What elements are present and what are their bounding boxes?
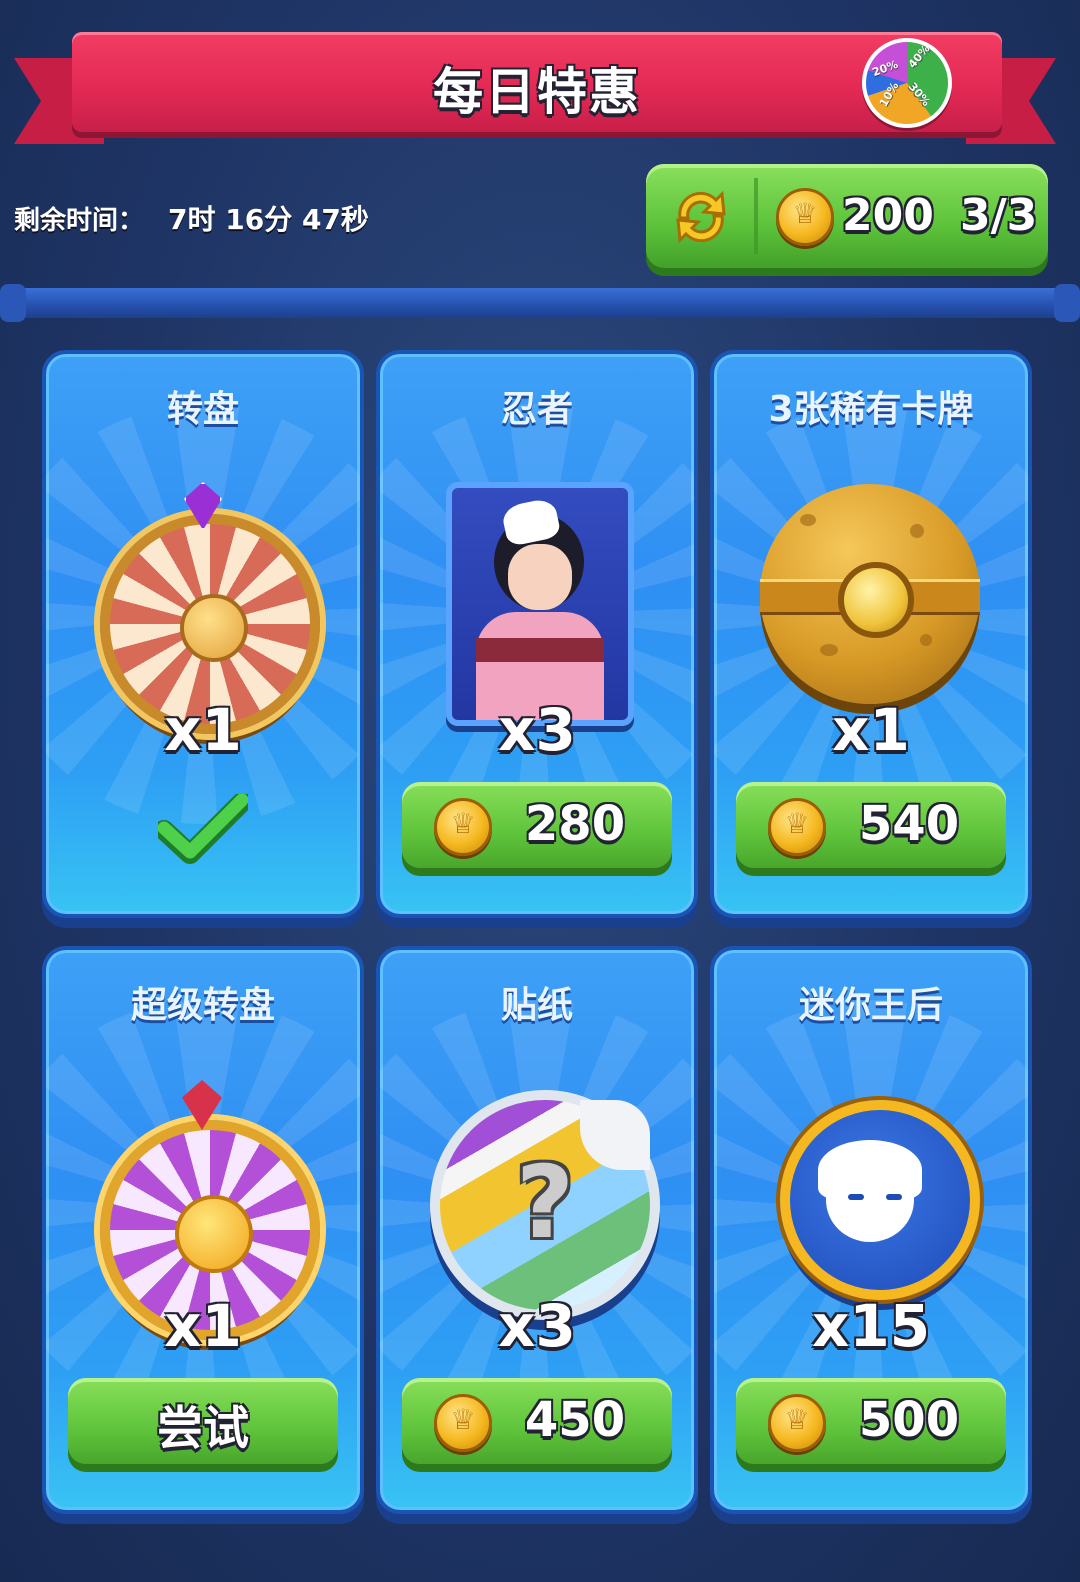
refresh-cost: 200 xyxy=(842,190,934,241)
queen-eye xyxy=(848,1194,864,1200)
offer-card-rare-cards[interactable]: 3张稀有卡牌 x1 540 xyxy=(710,350,1032,918)
coin-icon xyxy=(768,798,826,856)
question-mark-icon: ? xyxy=(515,1144,574,1261)
offer-card-super-wheel[interactable]: 超级转盘 x1 尝试 xyxy=(42,946,364,1514)
offer-title: 转盘 xyxy=(166,389,239,430)
offer-qty: x15 xyxy=(811,1292,931,1360)
orb-spot xyxy=(920,634,932,646)
check-icon xyxy=(158,794,248,864)
timer-value: 7时 16分 47秒 xyxy=(168,203,369,236)
offer-price: 280 xyxy=(524,796,626,852)
rod-end xyxy=(1054,284,1080,322)
rod-end xyxy=(0,284,26,322)
wheel-hub xyxy=(175,1195,253,1273)
offer-title: 超级转盘 xyxy=(130,985,275,1026)
refresh-arrows-icon xyxy=(676,190,726,244)
offer-qty: x3 xyxy=(498,1292,576,1360)
queen-eye xyxy=(886,1194,902,1200)
buy-button[interactable]: 280 xyxy=(402,782,672,868)
queen-face xyxy=(826,1158,914,1242)
try-button-label: 尝试 xyxy=(157,1401,249,1455)
offer-qty: x3 xyxy=(498,696,576,764)
offer-card-sticker[interactable]: 贴纸 ? x3 450 xyxy=(376,946,698,1514)
ninja-face xyxy=(508,544,572,610)
mini-queen-icon xyxy=(780,1100,980,1300)
pie-label: 10% xyxy=(876,79,902,110)
offer-price: 540 xyxy=(858,796,960,852)
sticker-icon: ? xyxy=(430,1090,660,1320)
ninja-card-icon xyxy=(446,482,634,726)
offer-title: 迷你王后 xyxy=(798,985,943,1026)
offer-title: 忍者 xyxy=(500,389,573,430)
offer-title: 3张稀有卡牌 xyxy=(768,389,974,430)
refresh-offers-button[interactable]: 200 3/3 xyxy=(646,164,1048,268)
ninja-obi xyxy=(476,638,604,662)
buy-button[interactable]: 500 xyxy=(736,1378,1006,1464)
coin-icon xyxy=(434,1394,492,1452)
offer-price: 450 xyxy=(524,1392,626,1448)
card-orb-icon xyxy=(760,484,980,704)
offer-qty: x1 xyxy=(832,696,910,764)
try-button[interactable]: 尝试 xyxy=(68,1378,338,1464)
pie-label: 20% xyxy=(870,57,900,80)
buy-button[interactable]: 540 xyxy=(736,782,1006,868)
coin-icon xyxy=(776,188,834,246)
buy-button[interactable]: 450 xyxy=(402,1378,672,1464)
wheel-hub xyxy=(180,594,248,662)
offer-card-mini-queen[interactable]: 迷你王后 x15 500 xyxy=(710,946,1032,1514)
offer-card-ninja[interactable]: 忍者 x3 280 xyxy=(376,350,698,918)
offer-price: 500 xyxy=(858,1392,960,1448)
orb-spot xyxy=(910,524,924,538)
wheel-badge-icon[interactable]: 20% 40% 10% 30% xyxy=(862,38,952,128)
offer-title: 贴纸 xyxy=(500,985,573,1026)
pie-label: 40% xyxy=(905,42,933,71)
refresh-count: 3/3 xyxy=(960,190,1038,241)
offer-qty: x1 xyxy=(164,1292,242,1360)
orb-spot xyxy=(800,514,816,526)
offer-card-wheel[interactable]: 转盘 x1 xyxy=(42,350,364,918)
offer-qty: x1 xyxy=(164,696,242,764)
pie-label: 30% xyxy=(905,80,933,109)
timer-label: 剩余时间： xyxy=(14,206,145,236)
divider xyxy=(754,178,758,254)
coin-icon xyxy=(768,1394,826,1452)
orb-spot xyxy=(820,644,838,656)
orb-gem xyxy=(838,562,914,638)
coin-icon xyxy=(434,798,492,856)
shelf-rod xyxy=(6,288,1074,318)
